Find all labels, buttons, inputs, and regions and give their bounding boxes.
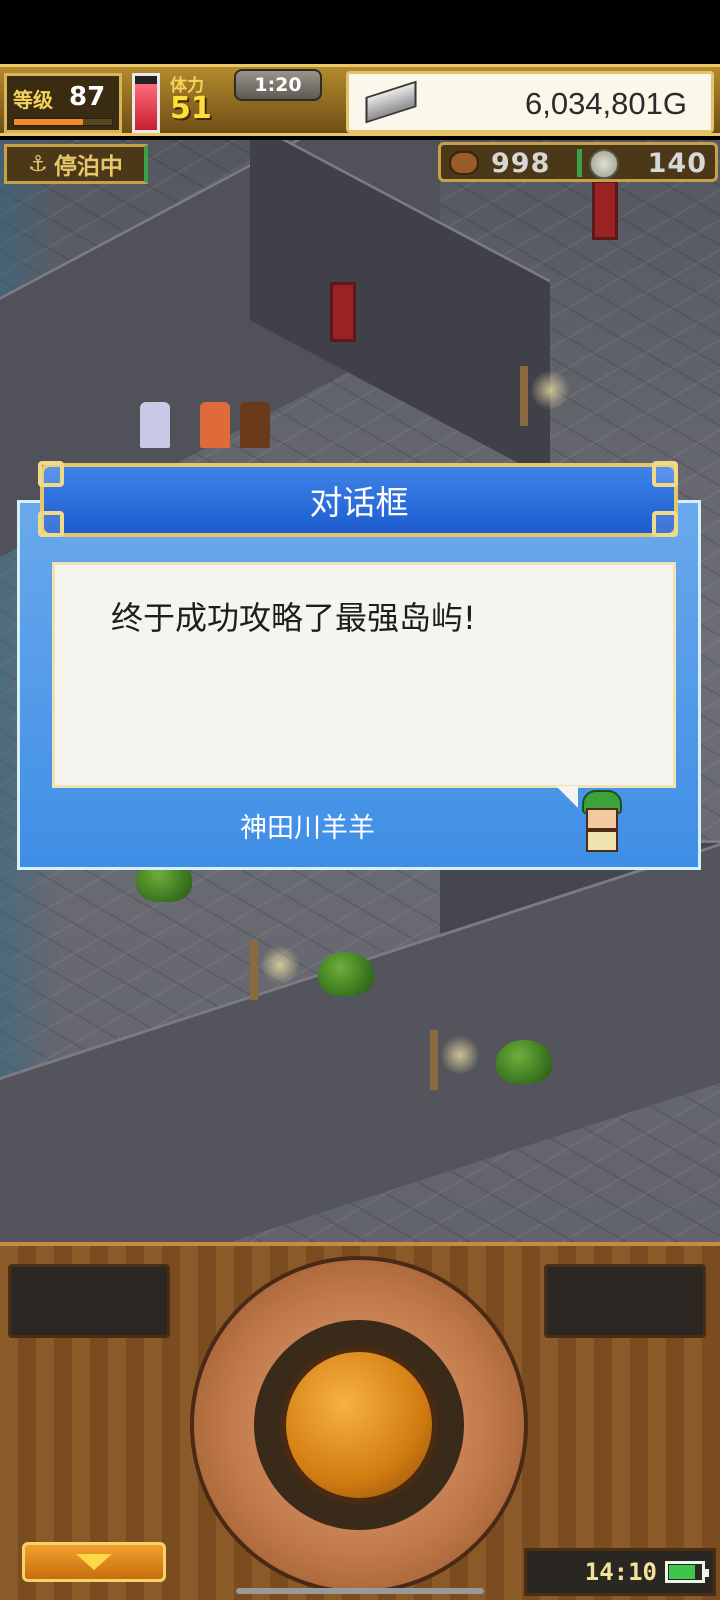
dialog-title: 对话框 bbox=[309, 483, 409, 522]
right-action-slot[interactable] bbox=[544, 1264, 706, 1338]
bush bbox=[318, 952, 374, 996]
clock-time: 14:10 bbox=[584, 1558, 657, 1586]
top-hud: 等级 87 体力 51 1:20 6,034,801G bbox=[0, 64, 720, 136]
lamp-glow bbox=[260, 945, 300, 985]
directional-pad[interactable] bbox=[190, 1256, 528, 1594]
lamp-post bbox=[250, 940, 258, 1000]
dialog-header: 对话框 bbox=[40, 463, 678, 537]
anchor-icon: ⚓ bbox=[28, 151, 48, 177]
docked-status[interactable]: ⚓ 停泊中 bbox=[4, 144, 148, 184]
ornament-corner bbox=[38, 461, 64, 487]
silver-bar-icon bbox=[365, 80, 417, 124]
level-progress-bar bbox=[13, 118, 113, 126]
bush bbox=[496, 1040, 552, 1084]
stamina-timer: 1:20 bbox=[234, 69, 322, 101]
dialog-message: 终于成功攻略了最强岛屿! bbox=[111, 599, 476, 637]
castle-wall bbox=[0, 843, 720, 1242]
speaker-name: 神田川羊羊 bbox=[240, 813, 375, 844]
level-label: 等级 bbox=[13, 88, 53, 112]
stamina-gauge bbox=[132, 73, 160, 133]
resource-divider bbox=[577, 149, 582, 177]
stamina-value: 51 bbox=[170, 91, 212, 126]
stamina-fill bbox=[135, 84, 157, 130]
status-row: ⚓ 停泊中 998 140 bbox=[0, 138, 720, 188]
battery-icon bbox=[665, 1561, 709, 1583]
ornament-corner bbox=[38, 511, 64, 537]
dialog-message-box[interactable]: 终于成功攻略了最强岛屿! bbox=[52, 562, 676, 788]
level-box[interactable]: 等级 87 bbox=[4, 73, 122, 133]
ornament-corner bbox=[652, 461, 678, 487]
speaker-avatar bbox=[576, 790, 628, 852]
level-value: 87 bbox=[69, 82, 106, 112]
status-clock-box: 14:10 bbox=[524, 1548, 716, 1596]
crew-characters[interactable] bbox=[140, 358, 300, 448]
controller-panel: 14:10 bbox=[0, 1242, 720, 1600]
food-icon bbox=[449, 151, 479, 175]
medal-icon bbox=[589, 149, 619, 179]
food-value: 998 bbox=[491, 148, 551, 179]
docked-label: 停泊中 bbox=[53, 154, 123, 180]
medal-value: 140 bbox=[647, 148, 707, 179]
lamp-post bbox=[430, 1030, 438, 1090]
gold-panel[interactable]: 6,034,801G bbox=[346, 71, 714, 133]
home-indicator[interactable] bbox=[236, 1588, 484, 1594]
level-progress-fill bbox=[14, 119, 83, 125]
speech-bubble-tail bbox=[556, 786, 578, 808]
down-arrow-icon bbox=[76, 1554, 112, 1570]
left-action-slot[interactable] bbox=[8, 1264, 170, 1338]
menu-button[interactable] bbox=[22, 1542, 166, 1582]
ornament-corner bbox=[652, 511, 678, 537]
lamp-post bbox=[520, 366, 528, 426]
resource-panel[interactable]: 998 140 bbox=[438, 142, 718, 182]
red-banner bbox=[592, 180, 618, 240]
lamp-glow bbox=[530, 370, 570, 410]
lamp-glow bbox=[440, 1035, 480, 1075]
battery-fill bbox=[669, 1565, 695, 1579]
red-banner bbox=[330, 282, 356, 342]
gold-value: 6,034,801G bbox=[524, 86, 687, 121]
dpad-center-button[interactable] bbox=[280, 1346, 438, 1504]
